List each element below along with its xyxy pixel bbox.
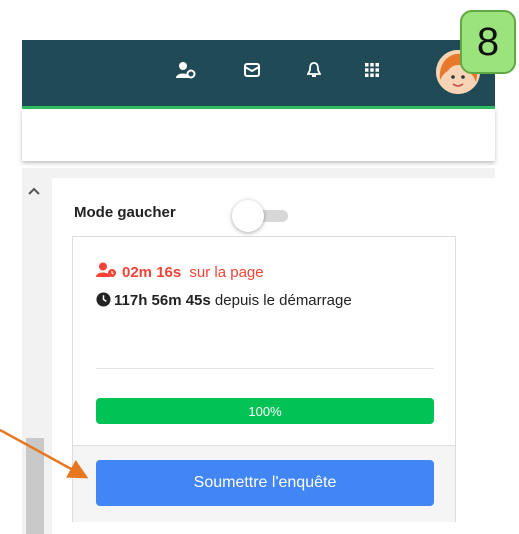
bell-icon[interactable] <box>304 60 324 80</box>
mail-icon[interactable] <box>242 60 262 80</box>
left-hand-mode-toggle[interactable] <box>232 200 288 232</box>
scrollbar-thumb[interactable] <box>26 438 44 534</box>
progress-bar: 100% <box>96 398 434 424</box>
progress-fill: 100% <box>96 398 434 424</box>
scrollbar[interactable] <box>22 178 48 534</box>
scroll-up-icon[interactable] <box>28 182 40 200</box>
top-navbar <box>22 40 495 109</box>
clock-icon <box>96 291 111 315</box>
apps-grid-icon[interactable] <box>362 60 382 80</box>
toggle-knob <box>232 200 264 232</box>
left-hand-mode-label: Mode gaucher <box>74 204 176 221</box>
page-time-suffix: sur la page <box>185 263 264 281</box>
page-time-line: 02m 16s sur la page <box>96 262 264 282</box>
total-time-value: 117h 56m 45s <box>114 292 211 309</box>
user-clock-icon <box>96 262 118 282</box>
step-number-badge: 8 <box>460 10 516 74</box>
divider <box>96 368 434 369</box>
user-settings-icon[interactable] <box>176 60 196 80</box>
total-time-suffix: depuis le démarrage <box>210 292 352 309</box>
secondary-header-bar <box>22 109 495 161</box>
submit-survey-button[interactable]: Soumettre l'enquête <box>96 460 434 506</box>
page-time-value: 02m 16s <box>122 263 182 281</box>
total-time-line: 117h 56m 45s depuis le démarrage <box>96 289 426 315</box>
